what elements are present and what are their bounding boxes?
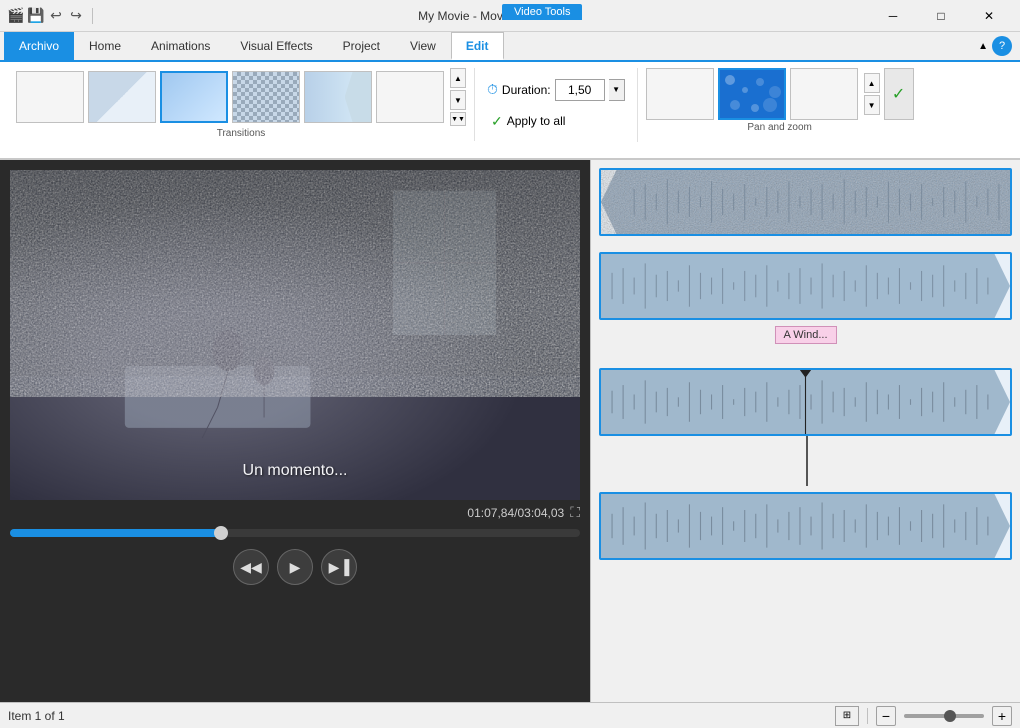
video-background: Un momento... <box>10 170 580 500</box>
duration-icon: ⏱ <box>487 81 498 98</box>
apply-all-button[interactable]: ✓ Apply to all <box>487 111 625 132</box>
zoom-out-button[interactable]: − <box>876 706 896 726</box>
transition-thumb-blank2[interactable] <box>376 71 444 123</box>
minimize-button[interactable]: ─ <box>870 2 916 30</box>
pan-zoom-scroll-down[interactable]: ▼ <box>864 95 880 115</box>
status-item-count: Item 1 of 1 <box>8 709 65 723</box>
video-overlay <box>10 170 580 500</box>
duration-input[interactable] <box>555 79 605 101</box>
transitions-label: Transitions <box>217 128 266 141</box>
ribbon-scroll-down[interactable]: ▼ <box>450 90 466 110</box>
play-button[interactable]: ▶ <box>277 549 313 585</box>
progress-bar[interactable] <box>10 529 580 537</box>
tab-animations[interactable]: Animations <box>136 32 225 60</box>
help-icon[interactable]: ? <box>992 36 1012 56</box>
transition-thumb-checker[interactable] <box>232 71 300 123</box>
time-display: 01:07,84/03:04,03 ⛶ <box>10 500 580 525</box>
maximize-button[interactable]: □ <box>918 2 964 30</box>
transition-thumb-selected[interactable] <box>160 71 228 123</box>
pan-zoom-thumb-blank2[interactable] <box>790 68 858 120</box>
clip-label-2: A Wind... <box>774 326 836 344</box>
video-frame: Un momento... <box>10 170 580 500</box>
transitions-section: ▲ ▼ ▼▼ Transitions <box>8 68 475 141</box>
clip-item-3[interactable] <box>599 368 1012 436</box>
pan-zoom-add-button[interactable]: ✓ <box>884 68 914 120</box>
time-current: 01:07,84/03:04,03 <box>467 506 564 520</box>
progress-thumb[interactable] <box>214 526 228 540</box>
duration-label: Duration: <box>502 83 551 97</box>
apply-all-label: Apply to all <box>507 114 566 128</box>
undo-icon[interactable]: ↩ <box>48 8 64 24</box>
ribbon: ▲ ▼ ▼▼ Transitions ⏱ Duration: ▼ ✓ Apply… <box>0 62 1020 160</box>
menu-bar: Archivo Home Animations Visual Effects P… <box>0 32 1020 62</box>
zoom-thumb[interactable] <box>944 710 956 722</box>
storyboard-button[interactable]: ⊞ <box>835 706 859 726</box>
tab-project[interactable]: Project <box>328 32 395 60</box>
pan-zoom-label: Pan and zoom <box>747 122 812 135</box>
duration-control: ⏱ Duration: ▼ <box>487 79 625 101</box>
transition-thumb-arrow[interactable] <box>304 71 372 123</box>
window-title: My Movie - Movie Maker <box>97 9 870 23</box>
forward-button[interactable]: ▶▐ <box>321 549 357 585</box>
transition-thumb-blank1[interactable] <box>16 71 84 123</box>
pan-zoom-scroll-up[interactable]: ▲ <box>864 73 880 93</box>
title-bar-icon-group: 🎬 💾 ↩ ↪ <box>8 8 97 24</box>
tab-visual-effects[interactable]: Visual Effects <box>225 32 327 60</box>
timeline-area: A Wind... <box>590 160 1020 702</box>
duration-section: ⏱ Duration: ▼ ✓ Apply to all <box>475 68 638 142</box>
main-area: Un momento... 01:07,84/03:04,03 ⛶ ◀◀ ▶ ▶… <box>0 160 1020 702</box>
redo-icon[interactable]: ↪ <box>68 8 84 24</box>
app-logo-icon: 🎬 <box>8 8 24 24</box>
video-tools-badge: Video Tools <box>502 4 582 20</box>
pan-zoom-thumb-selected[interactable] <box>718 68 786 120</box>
tab-edit[interactable]: Edit <box>451 32 504 60</box>
pan-zoom-section: ▲ ▼ ✓ Pan and zoom <box>638 68 922 135</box>
tab-home[interactable]: Home <box>74 32 136 60</box>
clip-item-1[interactable] <box>599 168 1012 236</box>
status-right: ⊞ − + <box>835 706 1012 726</box>
clip-item-2[interactable] <box>599 252 1012 320</box>
clip-item-4-container <box>599 492 1012 560</box>
clip-item-4[interactable] <box>599 492 1012 560</box>
title-bar: 🎬 💾 ↩ ↪ My Movie - Movie Maker Video Too… <box>0 0 1020 32</box>
ribbon-scroll-up[interactable]: ▲ <box>450 68 466 88</box>
playhead-extension <box>806 436 808 486</box>
apply-check-icon: ✓ <box>491 113 503 130</box>
close-button[interactable]: ✕ <box>966 2 1012 30</box>
pan-zoom-thumb-blank1[interactable] <box>646 68 714 120</box>
menu-bar-right: ▲ ? <box>978 32 1020 60</box>
ribbon-scroll: ▲ ▼ ▼▼ <box>450 68 466 126</box>
clip-item-2-container: A Wind... <box>599 252 1012 320</box>
ribbon-scroll-more[interactable]: ▼▼ <box>450 112 466 126</box>
status-bar: Item 1 of 1 ⊞ − + <box>0 702 1020 728</box>
clip-item-3-container <box>599 368 1012 436</box>
duration-dropdown[interactable]: ▼ <box>609 79 625 101</box>
rewind-button[interactable]: ◀◀ <box>233 549 269 585</box>
tab-view[interactable]: View <box>395 32 451 60</box>
status-divider <box>867 708 868 724</box>
preview-area: Un momento... 01:07,84/03:04,03 ⛶ ◀◀ ▶ ▶… <box>0 160 590 702</box>
fullscreen-button[interactable]: ⛶ <box>570 504 580 521</box>
ribbon-collapse-icon[interactable]: ▲ <box>978 41 988 52</box>
timeline-scroll[interactable]: A Wind... <box>591 160 1020 702</box>
transition-thumb-diagonal[interactable] <box>88 71 156 123</box>
zoom-in-button[interactable]: + <box>992 706 1012 726</box>
tab-archivo[interactable]: Archivo <box>4 32 74 60</box>
progress-fill <box>10 529 221 537</box>
window-controls: ─ □ ✕ <box>870 2 1012 30</box>
save-icon[interactable]: 💾 <box>28 8 44 24</box>
playback-controls: ◀◀ ▶ ▶▐ <box>10 549 580 585</box>
zoom-slider[interactable] <box>904 714 984 718</box>
